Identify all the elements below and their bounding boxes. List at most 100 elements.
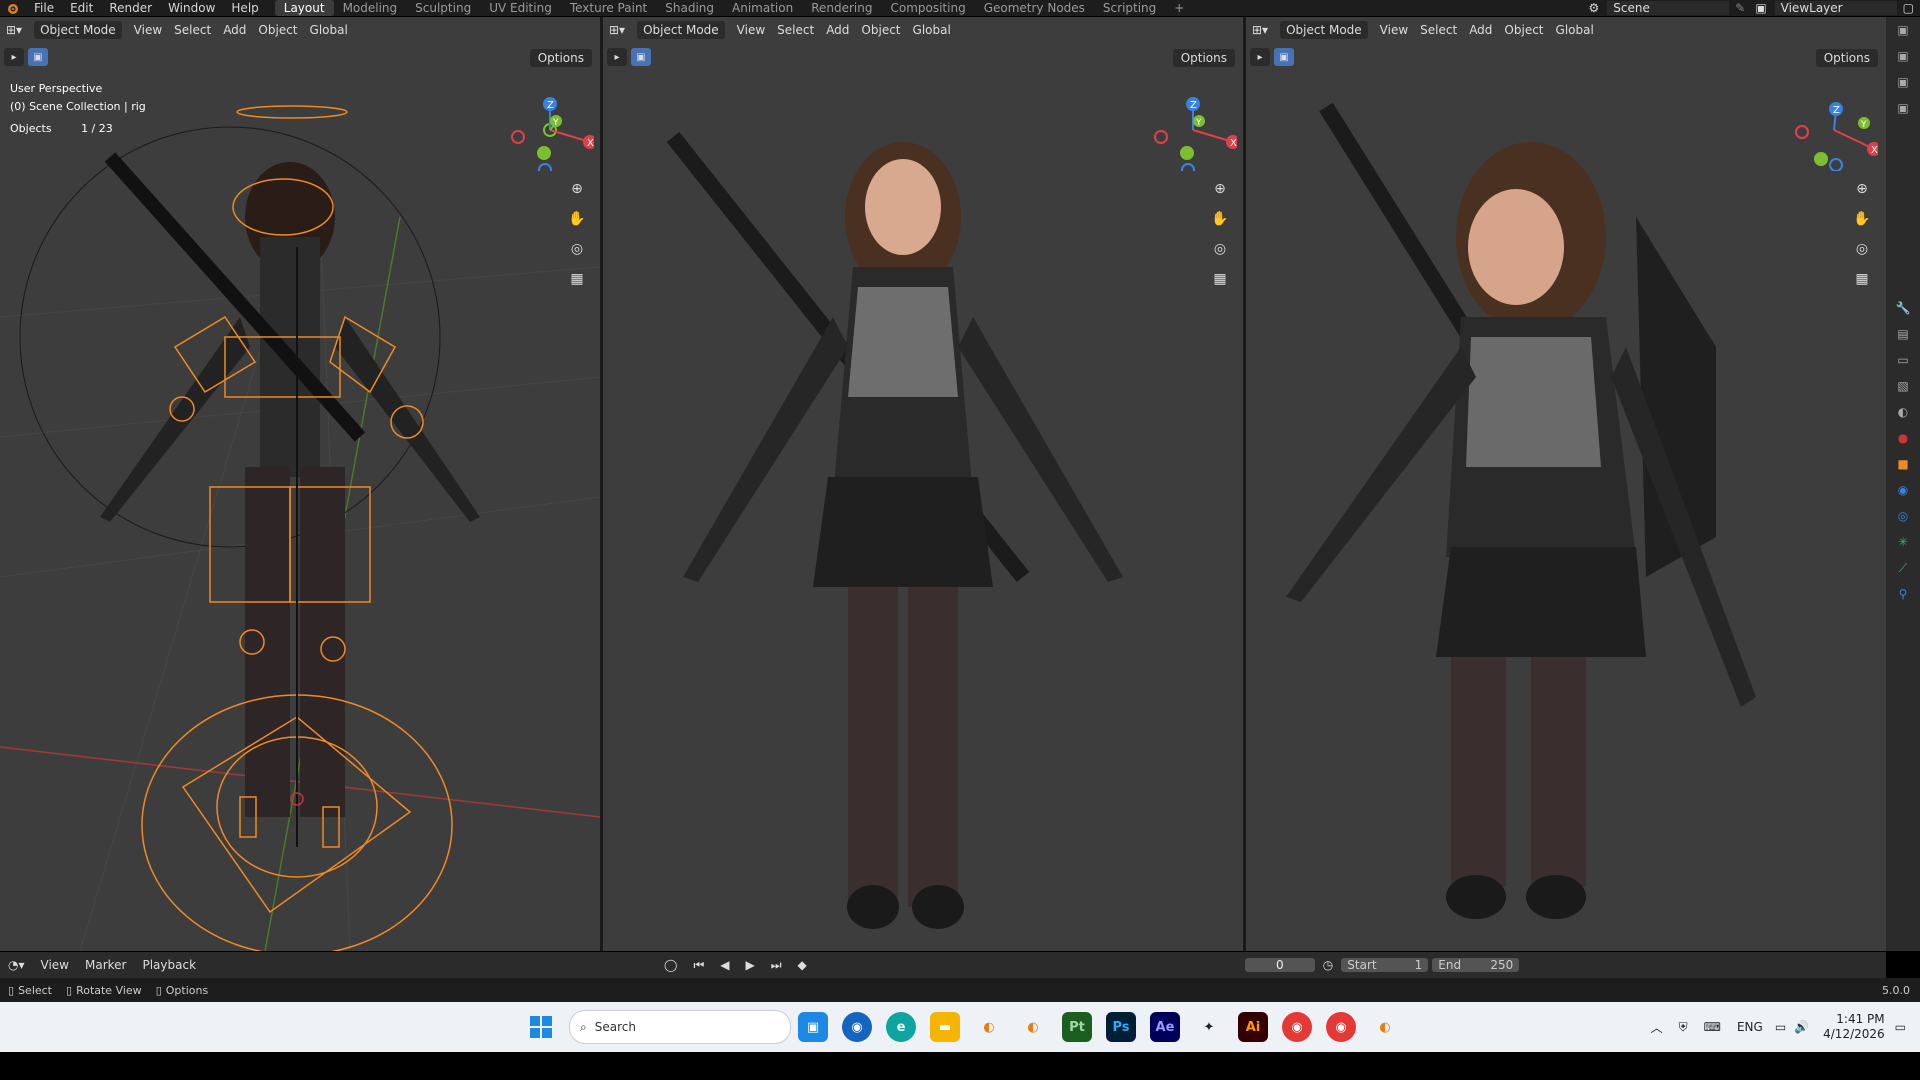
camera-icon[interactable]: ▣ <box>1893 23 1913 43</box>
remote-icon[interactable]: ◉ <box>842 1012 872 1042</box>
after-effects-icon[interactable]: Ae <box>1150 1012 1180 1042</box>
workspace-tab-animation[interactable]: Animation <box>723 0 802 16</box>
workspace-tab-layout[interactable]: Layout <box>274 0 334 16</box>
viewport-left[interactable]: ⊞▾ Object Mode View Select Add Object Gl… <box>0 17 600 951</box>
security-icon[interactable]: ⛨ <box>1679 1020 1688 1035</box>
camera-view-icon[interactable]: ◎ <box>1850 237 1874 261</box>
chrome-icon[interactable]: ◉ <box>1326 1012 1356 1042</box>
language-indicator[interactable]: ENG <box>1737 1020 1763 1034</box>
blender-active-icon[interactable]: ◐ <box>1370 1012 1400 1042</box>
navigation-gizmo[interactable]: X Z Y <box>1153 87 1240 177</box>
workspace-tab-shading[interactable]: Shading <box>656 0 723 16</box>
workspace-tab-modeling[interactable]: Modeling <box>334 0 407 16</box>
workspace-tab-texture-paint[interactable]: Texture Paint <box>561 0 656 16</box>
data-properties-icon[interactable]: ⟋ <box>1893 561 1913 581</box>
scene-icon[interactable]: ⚙ <box>1588 1 1599 15</box>
clock-date[interactable]: 4/12/2026 <box>1823 1027 1885 1042</box>
blender-icon[interactable]: ◐ <box>1018 1012 1048 1042</box>
clock-time[interactable]: 1:41 PM <box>1823 1012 1884 1027</box>
camera-icon[interactable]: ▣ <box>1893 49 1913 69</box>
blender-logo-icon[interactable] <box>4 1 20 15</box>
illustrator-icon[interactable]: Ai <box>1238 1012 1268 1042</box>
edge-icon[interactable]: e <box>886 1012 916 1042</box>
play-icon[interactable]: ▶ <box>746 958 755 972</box>
camera-icon[interactable]: ▣ <box>1893 75 1913 95</box>
zoom-icon[interactable]: ⊕ <box>1208 177 1232 201</box>
current-frame-field[interactable]: 0 <box>1244 958 1315 972</box>
workspace-tab-geometry-nodes[interactable]: Geometry Nodes <box>975 0 1094 16</box>
jump-start-icon[interactable]: ⏮ <box>693 958 704 973</box>
viewport-middle[interactable]: ⊞▾ Object Mode View Select Add Object Gl… <box>603 17 1243 951</box>
viewport-right[interactable]: ⊞▾ Object Mode View Select Add Object Gl… <box>1246 17 1886 951</box>
taskbar-search[interactable]: ⌕ Search <box>569 1010 791 1044</box>
network-icon[interactable]: ▭ <box>1775 1020 1786 1034</box>
chrome-icon[interactable]: ◉ <box>1282 1012 1312 1042</box>
navigation-gizmo[interactable]: X Z Y <box>510 87 597 177</box>
timeline-playback-menu[interactable]: Playback <box>142 958 196 972</box>
object-properties-icon[interactable]: ■ <box>1893 457 1913 477</box>
photoshop-icon[interactable]: Ps <box>1106 1012 1136 1042</box>
view-layer-icon[interactable]: ▧ <box>1893 379 1913 399</box>
keyframe-nav-icon[interactable]: ◆ <box>798 958 807 972</box>
timeline-view-menu[interactable]: View <box>41 958 69 972</box>
constraint-properties-icon[interactable]: ✳ <box>1893 535 1913 555</box>
tool-properties-icon[interactable]: 🔧 <box>1893 301 1913 321</box>
svg-text:X: X <box>1871 145 1878 156</box>
workspace-tab-add[interactable]: + <box>1165 0 1193 16</box>
modifier-properties-icon[interactable]: ◉ <box>1893 483 1913 503</box>
viewlayer-new-icon[interactable]: ▢ <box>1903 1 1914 15</box>
windows-start-icon[interactable] <box>526 1012 556 1042</box>
output-properties-icon[interactable]: ▭ <box>1893 353 1913 373</box>
end-field[interactable]: 250 <box>1490 958 1513 972</box>
world-properties-icon[interactable]: ● <box>1893 431 1913 451</box>
menu-help[interactable]: Help <box>231 1 258 15</box>
camera-icon[interactable]: ▣ <box>1893 101 1913 121</box>
notifications-icon[interactable]: ▭ <box>1895 1020 1906 1034</box>
timer-icon[interactable]: ◷ <box>1323 958 1333 972</box>
workspace-tab-rendering[interactable]: Rendering <box>802 0 881 16</box>
clock-icon[interactable]: ◔▾ <box>8 958 25 972</box>
workspace-tab-scripting[interactable]: Scripting <box>1094 0 1165 16</box>
substance-painter-icon[interactable]: Pt <box>1062 1012 1092 1042</box>
menu-window[interactable]: Window <box>168 1 215 15</box>
scene-field[interactable]: Scene <box>1607 1 1730 15</box>
pan-hand-icon[interactable]: ✋ <box>1850 207 1874 231</box>
blender-icon[interactable]: ◐ <box>974 1012 1004 1042</box>
render-properties-icon[interactable]: ▤ <box>1893 327 1913 347</box>
viewlayer-icon[interactable]: ▣ <box>1755 1 1766 15</box>
show-hidden-icons-icon[interactable]: ︿ <box>1651 1019 1663 1036</box>
store-icon[interactable]: ▣ <box>798 1012 828 1042</box>
jump-end-icon[interactable]: ⏭ <box>771 958 782 973</box>
play-reverse-icon[interactable]: ◀ <box>720 958 729 972</box>
navigation-gizmo[interactable]: X Z Y <box>1794 87 1881 172</box>
timeline-marker-menu[interactable]: Marker <box>85 958 126 972</box>
workspace-tab-compositing[interactable]: Compositing <box>881 0 974 16</box>
ortho-grid-icon[interactable]: ▦ <box>1850 267 1874 291</box>
start-field[interactable]: 1 <box>1415 958 1423 972</box>
ortho-grid-icon[interactable]: ▦ <box>565 267 589 291</box>
keyboard-icon[interactable]: ⌨ <box>1704 1020 1721 1034</box>
menu-render[interactable]: Render <box>109 1 152 15</box>
menu-file[interactable]: File <box>34 1 54 15</box>
status-select: Select <box>18 983 52 997</box>
zoom-icon[interactable]: ⊕ <box>565 177 589 201</box>
ortho-grid-icon[interactable]: ▦ <box>1208 267 1232 291</box>
viewlayer-field[interactable]: ViewLayer <box>1774 1 1897 15</box>
camera-view-icon[interactable]: ◎ <box>565 237 589 261</box>
mouse-right-icon: ▯ <box>155 983 162 997</box>
pan-hand-icon[interactable]: ✋ <box>1208 207 1232 231</box>
pan-hand-icon[interactable]: ✋ <box>565 207 589 231</box>
menu-edit[interactable]: Edit <box>70 1 93 15</box>
pin-icon[interactable]: ✎ <box>1735 1 1745 15</box>
zbrush-icon[interactable]: ✦ <box>1194 1012 1224 1042</box>
workspace-tab-sculpting[interactable]: Sculpting <box>406 0 480 16</box>
physics-properties-icon[interactable]: ◎ <box>1893 509 1913 529</box>
zoom-icon[interactable]: ⊕ <box>1850 177 1874 201</box>
camera-view-icon[interactable]: ◎ <box>1208 237 1232 261</box>
workspace-tab-uv-editing[interactable]: UV Editing <box>480 0 561 16</box>
record-icon[interactable]: ◯ <box>664 958 677 972</box>
file-explorer-icon[interactable]: ▬ <box>930 1012 960 1042</box>
volume-icon[interactable]: 🔊 <box>1794 1020 1809 1034</box>
bone-properties-icon[interactable]: ⚲ <box>1893 587 1913 607</box>
scene-properties-icon[interactable]: ◐ <box>1893 405 1913 425</box>
